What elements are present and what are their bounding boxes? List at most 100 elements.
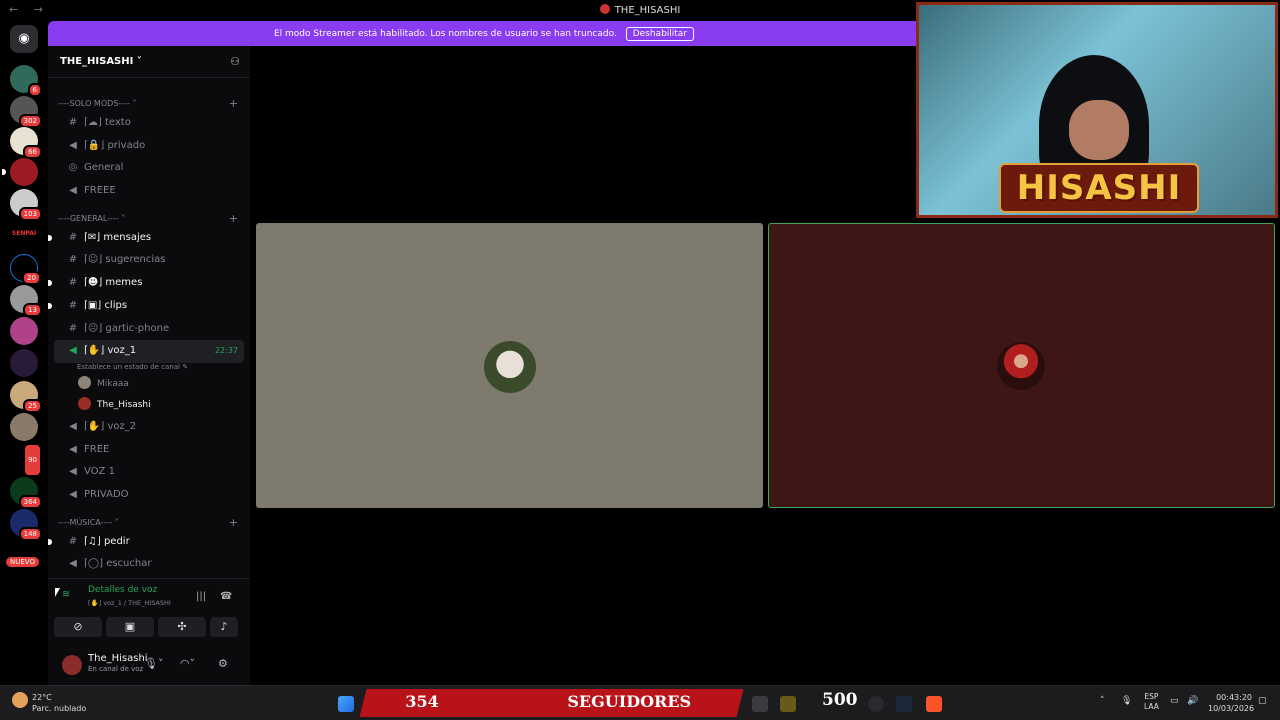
followers-label: SEGUIDORES (567, 692, 692, 711)
server-icon[interactable]: 6 (10, 65, 42, 97)
add-channel-icon[interactable]: + (229, 211, 238, 227)
stage-icon: ◎ (68, 162, 78, 174)
channel-label: sugerencias (105, 254, 166, 266)
channel-free[interactable]: ◀ FREE (54, 439, 244, 462)
channel-voz1-b[interactable]: ◀ VOZ 1 (54, 461, 244, 484)
clock-date: 10/03/2026 (1208, 704, 1255, 713)
server-icon[interactable]: 103 (10, 189, 42, 221)
mention-badge: 66 (23, 145, 42, 159)
lang-top: ESP (1144, 692, 1159, 701)
weather-widget[interactable]: 22°C Parc. nublado (12, 692, 86, 714)
server-icon[interactable]: 364 (10, 477, 42, 509)
category-general[interactable]: ----GENERAL---- ˅ + (48, 211, 250, 227)
channel-clips[interactable]: # ⌈▣⌋ clips (48, 295, 244, 318)
clock-time: 00:43:20 (1216, 693, 1252, 702)
camera-off-button[interactable]: ⊘ (54, 617, 102, 637)
disable-streamer-button[interactable]: Deshabilitar (625, 27, 695, 41)
server-icon[interactable] (10, 413, 38, 441)
video-tile-the-hisashi[interactable] (768, 223, 1275, 508)
channel-label: texto (104, 117, 131, 128)
server-name: THE_HISASHI (60, 56, 134, 67)
category-musica[interactable]: ----MÚSICA---- ˅ + (48, 515, 250, 531)
channel-gartic-phone[interactable]: # ⌈☹⌋ gartic-phone (54, 318, 244, 341)
channel-texto[interactable]: # ⌈☁⌋ texto (54, 112, 244, 135)
video-tile-mikaaa[interactable] (256, 223, 763, 508)
server-icon[interactable]: 13 (10, 285, 42, 317)
speaker-icon: ◀ (69, 488, 77, 500)
avatar (997, 342, 1045, 390)
avatar[interactable] (62, 655, 82, 675)
mention-badge: 13 (23, 303, 42, 317)
brave-icon[interactable] (926, 696, 942, 712)
headphones-icon[interactable]: ◠˅ (180, 657, 195, 670)
weather-icon (12, 692, 28, 708)
steam-icon[interactable] (896, 696, 912, 712)
category-solo-mods[interactable]: ----SOLO MODS---- ˅ + (48, 96, 250, 112)
soundboard-button[interactable]: ♪ (210, 617, 238, 637)
invite-icon[interactable]: ⚇ (230, 55, 240, 68)
server-icon[interactable]: 90 (10, 443, 42, 477)
channel-escuchar[interactable]: ◀ ⌈◯⌋ escuchar (54, 553, 244, 576)
server-icon[interactable]: 20 (10, 254, 41, 285)
mention-badge: 148 (18, 527, 42, 541)
channel-voz-2[interactable]: ◀ ⌈✋⌋ voz_2 (54, 416, 244, 439)
channel-privado[interactable]: ◀ ⌈🔒⌋ privado (54, 135, 244, 158)
server-icon[interactable]: 302 (10, 96, 42, 128)
app-icon[interactable] (752, 696, 768, 712)
noise-suppression-icon[interactable]: ||| (196, 591, 206, 602)
mention-badge: 20 (22, 271, 41, 285)
channel-sugerencias[interactable]: # ⌈☺⌋ sugerencias (54, 249, 244, 272)
windows-start-icon[interactable] (338, 696, 354, 712)
voice-location: ⌈✋⌋ voz_1 / THE_HISASHI (88, 599, 171, 607)
mention-badge: 364 (18, 495, 42, 509)
channel-label: clips (104, 299, 128, 311)
server-icon[interactable]: SENPAI (10, 220, 38, 248)
server-icon[interactable] (10, 349, 38, 377)
channel-label: privado (107, 139, 146, 151)
discord-home-icon[interactable]: ◉ (10, 25, 38, 53)
hash-icon: # (68, 277, 78, 289)
channel-mensajes[interactable]: # ⌈✉⌋ mensajes (48, 227, 244, 250)
microphone-icon[interactable]: 🎙˅ (144, 657, 163, 670)
activities-button[interactable]: ✣ (158, 617, 206, 637)
microphone-icon[interactable]: 🎙 (1121, 696, 1132, 706)
server-icon[interactable] (10, 317, 38, 345)
screen-share-button[interactable]: ▣ (106, 617, 154, 637)
volume-icon[interactable]: 🔊 (1187, 696, 1198, 706)
app-icon[interactable] (780, 696, 796, 712)
server-rail: ◉ 6 302 66 103 SENPAI 20 13 25 90 364 14… (0, 21, 48, 685)
channel-sidebar: THE_HISASHI ˅ ⚇ ----SOLO MODS---- ˅ + # ⌈☁… (48, 46, 250, 578)
mention-badge: 25 (23, 399, 42, 413)
add-channel-icon[interactable]: + (229, 515, 238, 531)
voice-details-link[interactable]: Detalles de voz (68, 585, 157, 595)
channel-voz-1[interactable]: ◀ ⌈✋⌋ voz_1 22:37 (54, 340, 244, 363)
language-indicator[interactable]: ESP LAA (1144, 692, 1159, 712)
gear-icon[interactable]: ⚙ (218, 657, 228, 670)
channel-general[interactable]: ◎ General (54, 157, 244, 180)
channel-memes[interactable]: # ⌈☻⌋ memes (48, 272, 244, 295)
server-icon[interactable]: 148 (10, 509, 42, 541)
app-icon[interactable] (868, 696, 884, 712)
voice-timer: 22:37 (214, 346, 238, 356)
avatar (78, 396, 91, 410)
clock[interactable]: 00:43:20 10/03/2026 (1208, 692, 1255, 714)
network-icon[interactable]: ▭ (1170, 696, 1179, 706)
channel-status[interactable]: Establece un estado de canal ✎ (48, 363, 250, 374)
server-icon[interactable] (2, 158, 38, 186)
server-icon[interactable]: 66 (10, 127, 42, 159)
notification-icon[interactable]: ▢ (1258, 696, 1267, 706)
speaker-icon: ◀ (69, 139, 77, 151)
disconnect-icon[interactable]: ☎ (220, 591, 232, 602)
server-icon[interactable]: 25 (10, 381, 42, 413)
add-channel-icon[interactable]: + (229, 96, 238, 112)
chevron-up-icon[interactable]: ˄ (1100, 696, 1105, 706)
channel-privado-voice[interactable]: ◀ PRIVADO (54, 484, 244, 507)
followers-bar: 354 SEGUIDORES (359, 689, 744, 717)
overlay-name: HISASHI (1016, 168, 1182, 208)
voice-user[interactable]: The_Hisashi (48, 395, 250, 416)
channel-freee[interactable]: ◀ FREEE (54, 180, 244, 203)
user-panel: The_Hisashi En canal de voz 🎙˅ ◠˅ ⚙ (48, 646, 250, 685)
voice-user[interactable]: Mikaaa (48, 374, 250, 395)
channel-pedir[interactable]: # ⌈♫⌋ pedir (48, 531, 244, 554)
server-header[interactable]: THE_HISASHI ˅ ⚇ (48, 46, 250, 78)
